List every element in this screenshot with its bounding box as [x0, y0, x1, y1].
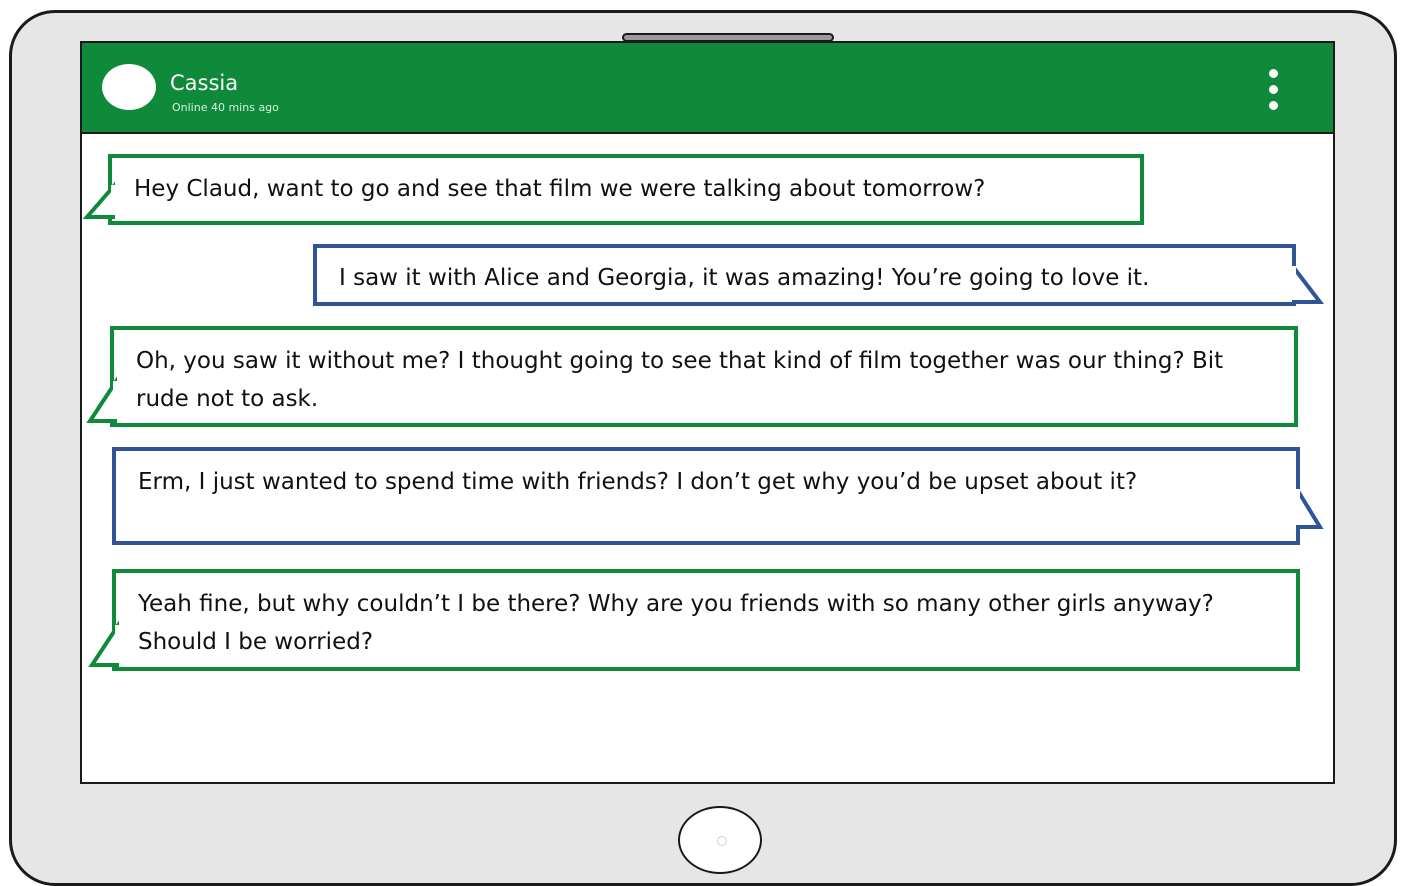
contact-avatar[interactable] [102, 64, 156, 110]
bubble-tail [88, 620, 121, 667]
contact-status: Online 40 mins ago [172, 101, 279, 114]
bubble-tail [1290, 262, 1325, 304]
home-button-dot [717, 836, 727, 846]
message-bubble-outgoing[interactable]: Erm, I just wanted to spend time with fr… [112, 447, 1324, 545]
message-bubble-incoming[interactable]: Yeah fine, but why couldn’t I be there? … [88, 569, 1300, 671]
message-bubble-incoming[interactable]: Hey Claud, want to go and see that film … [82, 154, 1144, 225]
chat-header: Cassia Online 40 mins ago [82, 43, 1333, 134]
menu-dot [1269, 101, 1278, 110]
bubble-tail [1294, 483, 1324, 529]
message-text: Hey Claud, want to go and see that film … [134, 176, 986, 202]
message-bubble-incoming[interactable]: Oh, you saw it without me? I thought goi… [86, 326, 1298, 427]
bubble-tail [86, 376, 119, 423]
chat-screen: Cassia Online 40 mins ago Hey Claud, wan… [80, 41, 1335, 784]
message-text: Oh, you saw it without me? I thought goi… [136, 348, 1224, 412]
more-vertical-icon[interactable] [1260, 65, 1286, 115]
message-text: Erm, I just wanted to spend time with fr… [138, 469, 1138, 495]
message-bubble-outgoing[interactable]: I saw it with Alice and Georgia, it was … [313, 244, 1325, 306]
message-text: Yeah fine, but why couldn’t I be there? … [138, 591, 1214, 655]
menu-dot [1269, 85, 1278, 94]
home-button[interactable] [678, 806, 762, 874]
message-text: I saw it with Alice and Georgia, it was … [339, 265, 1150, 291]
contact-name[interactable]: Cassia [170, 73, 238, 94]
menu-dot [1269, 69, 1278, 78]
bubble-tail [82, 181, 117, 219]
